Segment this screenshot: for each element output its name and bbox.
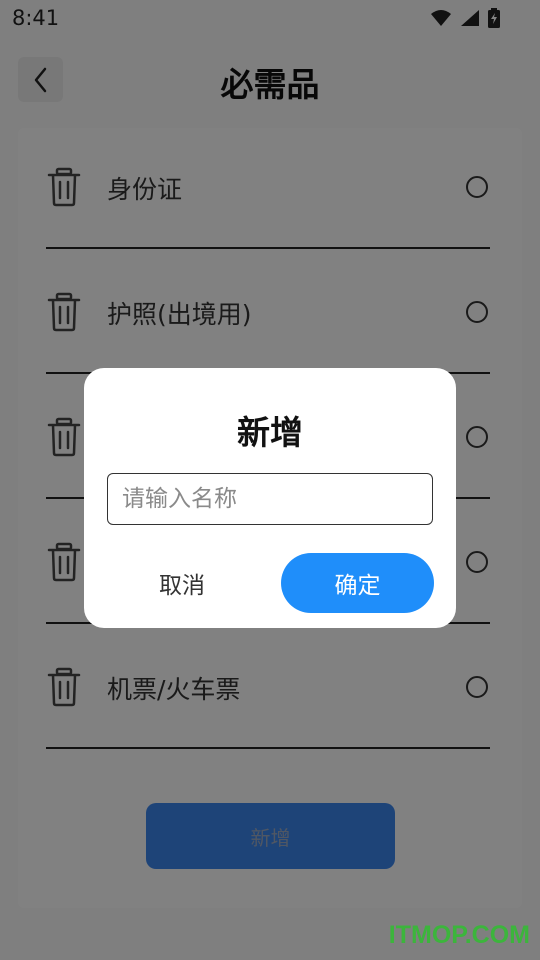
cancel-button[interactable]: 取消 <box>128 553 236 613</box>
add-dialog: 新增 取消 确定 <box>84 368 456 628</box>
dialog-title: 新增 <box>237 413 303 452</box>
watermark: ITMOP.COM <box>388 921 530 949</box>
confirm-button[interactable]: 确定 <box>281 553 434 613</box>
name-input[interactable] <box>107 473 433 525</box>
